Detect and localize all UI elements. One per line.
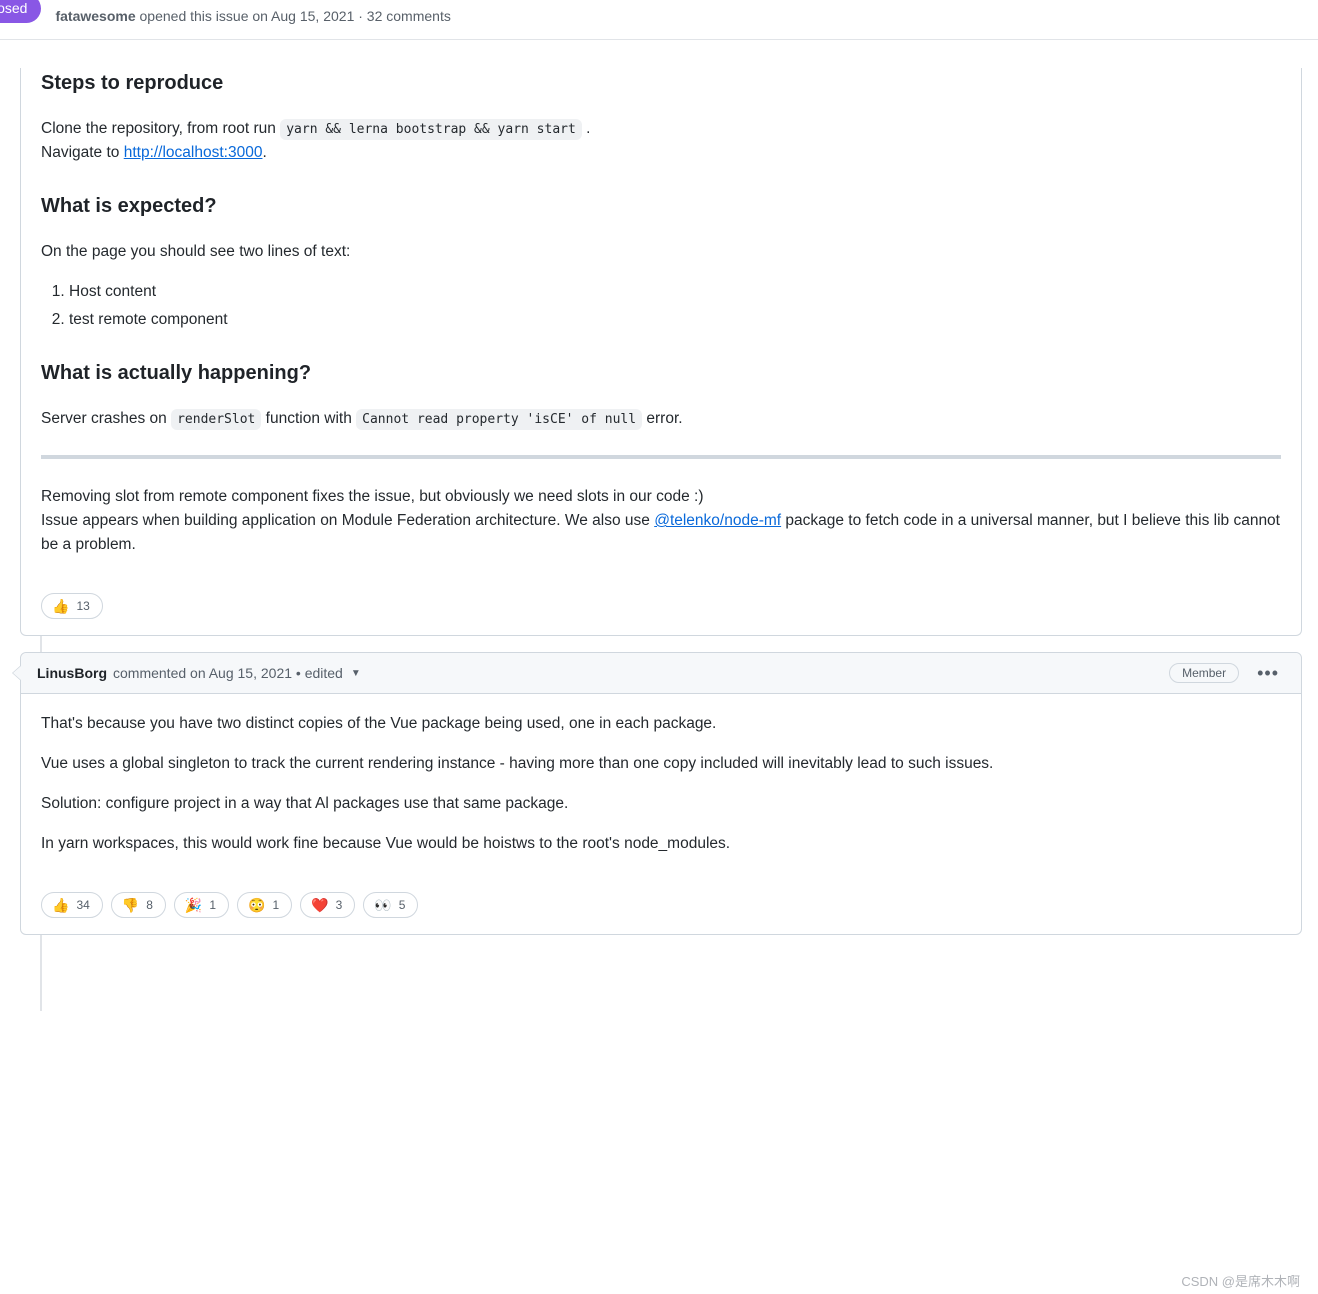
reaction-count: 34 (76, 898, 89, 912)
reactions: 👍 13 (21, 593, 1301, 635)
p-issue: Issue appears when building application … (41, 509, 1281, 557)
comment-meta: commented on Aug 15, 2021 • edited (113, 665, 343, 681)
watermark: CSDN @是席木木啊 (1181, 1271, 1300, 1290)
text: function with (261, 410, 356, 427)
section-divider (41, 455, 1281, 459)
comment-p1: That's because you have two distinct cop… (41, 712, 1281, 736)
code-command: yarn && lerna bootstrap && yarn start (280, 119, 582, 140)
text: Issue appears when building application … (41, 512, 654, 529)
comment-p2: Vue uses a global singleton to track the… (41, 752, 1281, 776)
reaction-hooray[interactable]: 🎉1 (174, 892, 229, 918)
reaction-confused[interactable]: 😳1 (237, 892, 292, 918)
reaction-count: 13 (76, 599, 89, 613)
reaction-thumbsup[interactable]: 👍 13 (41, 593, 103, 619)
text: . (582, 120, 591, 137)
reaction-eyes[interactable]: 👀5 (363, 892, 418, 918)
text: Clone the repository, from root run (41, 120, 280, 137)
comment-card: LinusBorg commented on Aug 15, 2021 • ed… (20, 652, 1302, 935)
reaction-heart[interactable]: ❤️ 3 (300, 892, 355, 918)
expected-list: Host content test remote component (69, 280, 1281, 332)
p-actual: Server crashes on renderSlot function wi… (41, 407, 1281, 431)
thumbsdown-icon: 👎 (122, 897, 139, 914)
comment-p4: In yarn workspaces, this would work fine… (41, 832, 1281, 856)
link-node-mf[interactable]: @telenko/node-mf (654, 512, 781, 529)
reaction-count: 8 (146, 898, 153, 912)
reaction-thumbsup[interactable]: 👍 34 (41, 892, 103, 918)
eyes-icon: 👀 (374, 897, 391, 914)
reaction-thumbsdown[interactable]: 👎8 (111, 892, 166, 918)
comment-p3: Solution: configure project in a way tha… (41, 792, 1281, 816)
p-remove: Removing slot from remote component fixe… (41, 485, 1281, 509)
reaction-count: 5 (399, 898, 406, 912)
thumbsup-icon: 👍 (52, 897, 69, 914)
issue-meta: fatawesome opened this issue on Aug 15, … (55, 6, 450, 24)
issue-opened-text: opened this issue on Aug 15, 2021 · 32 c… (136, 8, 451, 24)
kebab-icon[interactable]: ••• (1251, 664, 1285, 682)
reaction-count: 3 (336, 898, 343, 912)
code-renderslot: renderSlot (171, 409, 261, 430)
code-error: Cannot read property 'isCE' of null (356, 409, 642, 430)
chevron-down-icon[interactable]: ▼ (351, 668, 361, 679)
hooray-icon: 🎉 (185, 897, 202, 914)
comment-caret (12, 665, 21, 681)
list-item: test remote component (69, 308, 1281, 332)
reaction-count: 1 (209, 898, 216, 912)
comment-header: LinusBorg commented on Aug 15, 2021 • ed… (21, 653, 1301, 694)
issue-author[interactable]: fatawesome (55, 8, 135, 24)
reaction-count: 1 (272, 898, 279, 912)
heading-expected: What is expected? (41, 191, 1281, 222)
reactions: 👍34 👎8 🎉1 😳1 ❤️3 👀5 (21, 892, 1301, 934)
heart-icon: ❤️ (311, 897, 328, 914)
issue-body-card: Steps to reproduce Clone the repository,… (20, 68, 1302, 636)
p-clone: Clone the repository, from root run yarn… (41, 117, 1281, 165)
list-item: Host content (69, 280, 1281, 304)
text: error. (642, 410, 682, 427)
text: . (262, 144, 266, 161)
comment-author[interactable]: LinusBorg (37, 665, 107, 681)
text: Server crashes on (41, 410, 171, 427)
heading-actual: What is actually happening? (41, 358, 1281, 389)
member-badge: Member (1169, 663, 1239, 683)
p-expected: On the page you should see two lines of … (41, 240, 1281, 264)
thumbsup-icon: 👍 (52, 598, 69, 615)
heading-steps: Steps to reproduce (41, 68, 1281, 99)
confused-icon: 😳 (248, 897, 265, 914)
text: Navigate to (41, 144, 124, 161)
issue-status-badge: losed (0, 0, 41, 23)
link-localhost[interactable]: http://localhost:3000 (124, 144, 263, 161)
